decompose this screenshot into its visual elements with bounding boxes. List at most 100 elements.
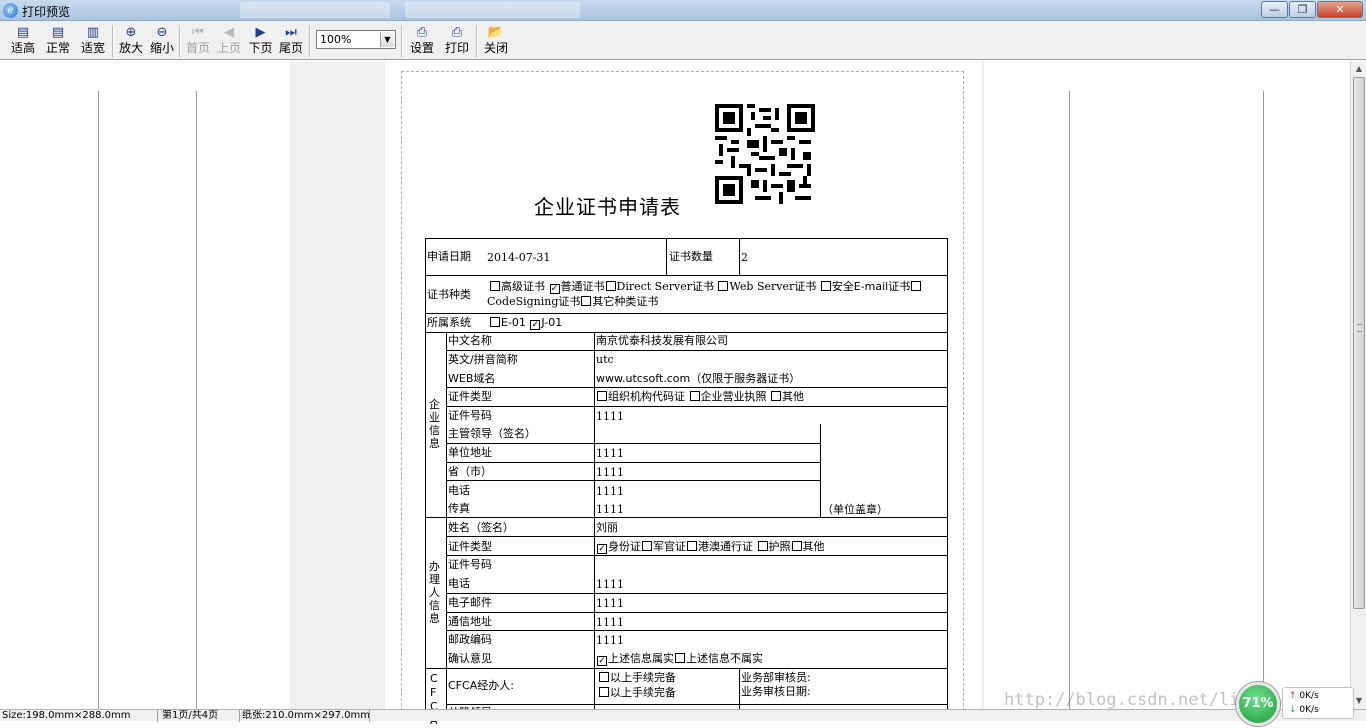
checkbox-checked[interactable]: ✓ (597, 544, 607, 554)
blurred-tab[interactable] (405, 2, 580, 18)
table-rule (425, 668, 948, 669)
close-preview-button[interactable]: 📂 关闭 (481, 24, 511, 58)
zoom-in-button[interactable]: ⊕ 放大 (115, 24, 147, 58)
cn-name-label: 中文名称 (448, 334, 492, 347)
checkbox[interactable] (820, 281, 831, 291)
table-rule (425, 238, 426, 718)
checkbox[interactable] (757, 541, 768, 551)
memory-gauge[interactable]: 71% (1236, 682, 1280, 726)
next-page-icon: ▶ (255, 25, 266, 40)
table-rule (446, 555, 948, 556)
last-page-button[interactable]: ⏭ 尾页 (276, 24, 306, 58)
first-page-button[interactable]: ⏮ 首页 (182, 24, 214, 58)
province-label: 省（市） (448, 465, 492, 478)
table-rule (446, 332, 447, 718)
address-label: 单位地址 (448, 446, 492, 459)
checkbox[interactable] (490, 281, 500, 291)
print-button[interactable]: ⎙ 打印 (442, 24, 472, 58)
checkbox[interactable] (791, 541, 802, 551)
chevron-down-icon[interactable]: ▼ (380, 32, 394, 47)
vertical-scrollbar[interactable]: ▲ ▼ (1350, 61, 1366, 709)
confirm-options: ✓ 上述信息属实 上述信息不属实 (597, 652, 763, 666)
normal-size-button[interactable]: ▤ 正常 (42, 24, 74, 58)
checkbox[interactable] (911, 281, 922, 291)
checkbox[interactable] (490, 317, 500, 327)
network-speed-panel: ↑ 0K/s ↓ 0K/s (1282, 687, 1354, 719)
page-margin-line (98, 91, 99, 709)
scrollbar-thumb[interactable] (1353, 77, 1365, 609)
page-setup-icon: ⎙ (416, 25, 428, 40)
toolbar-separator (476, 25, 478, 57)
address-value: 1111 (596, 447, 624, 460)
checkbox[interactable] (605, 281, 616, 291)
checkbox-checked[interactable]: ✓ (549, 284, 560, 294)
zoom-out-button[interactable]: ⊖ 缩小 (147, 24, 177, 58)
scroll-up-arrow-icon[interactable]: ▲ (1352, 61, 1366, 77)
page-setup-button[interactable]: ⎙ 设置 (407, 24, 437, 58)
network-monitor-widget[interactable]: ↑ 0K/s ↓ 0K/s 71% (1236, 681, 1360, 726)
agent-phone-label: 电话 (448, 577, 470, 590)
checkbox[interactable] (597, 391, 607, 401)
prev-page-button[interactable]: ◀ 上页 (214, 24, 244, 58)
form-title: 企业证书申请表 (534, 195, 681, 219)
upload-speed: ↑ 0K/s (1289, 691, 1319, 701)
checkbox-checked[interactable]: ✓ (597, 656, 607, 666)
maximize-button[interactable]: ❐ (1289, 1, 1316, 18)
agent-email-label: 电子邮件 (448, 596, 492, 609)
close-button[interactable]: ✕ (1317, 1, 1363, 18)
agent-id-no-label: 证件号码 (448, 558, 492, 571)
table-rule (947, 238, 948, 718)
checkbox-checked[interactable]: ✓ (530, 320, 541, 330)
agent-email-value: 1111 (596, 597, 624, 610)
table-rule (446, 387, 948, 388)
upload-arrow-icon: ↑ (1289, 691, 1297, 701)
ie-app-icon: e (3, 3, 18, 18)
company-phone-label: 电话 (448, 484, 470, 497)
company-phone-value: 1111 (596, 485, 624, 498)
agent-id-type-label: 证件类型 (448, 540, 492, 553)
cfca-agent-label: CFCA经办人: (448, 679, 514, 692)
normal-size-icon: ▤ (51, 25, 65, 40)
toolbar-separator (309, 25, 311, 57)
checkbox[interactable] (687, 541, 697, 551)
table-rule (446, 630, 948, 631)
company-id-no-value: 1111 (596, 410, 624, 423)
checkbox[interactable] (581, 296, 592, 306)
apply-date-label: 申请日期 (427, 250, 471, 263)
prev-page-icon: ◀ (224, 25, 234, 40)
agent-zip-value: 1111 (596, 634, 624, 647)
table-rule (446, 462, 821, 463)
checkbox[interactable] (771, 391, 781, 401)
qr-code (715, 104, 815, 204)
checkbox[interactable] (689, 391, 700, 401)
fit-width-button[interactable]: ▥ 适宽 (77, 24, 109, 58)
reviewer-label: 业务部审核员: (741, 671, 811, 684)
table-rule (425, 313, 948, 314)
en-name-label: 英文/拼音简称 (448, 353, 518, 366)
web-value: www.utcsoft.com（仅限于服务器证书） (596, 372, 801, 385)
zoom-select[interactable]: 100% ▼ (316, 30, 396, 49)
toolbar-separator (112, 25, 114, 57)
table-rule (446, 612, 948, 613)
checkbox[interactable] (675, 653, 685, 663)
checkbox[interactable] (599, 687, 609, 697)
checkbox[interactable] (718, 281, 729, 291)
fit-height-button[interactable]: ▤ 适高 (7, 24, 39, 58)
zoom-in-icon: ⊕ (125, 25, 137, 40)
agent-address-label: 通信地址 (448, 615, 492, 628)
page-margin-line (1263, 91, 1264, 709)
table-rule (446, 406, 948, 407)
fax-value: 1111 (596, 503, 624, 516)
blurred-tab[interactable] (240, 2, 390, 18)
next-page-button[interactable]: ▶ 下页 (245, 24, 276, 58)
checkbox[interactable] (599, 672, 609, 682)
agent-name-label: 姓名（签名） (448, 521, 514, 534)
company-id-no-label: 证件号码 (448, 409, 492, 422)
table-rule (446, 443, 821, 444)
minimize-button[interactable]: — (1261, 1, 1288, 18)
checkbox[interactable] (642, 541, 652, 551)
agent-zip-label: 邮政编码 (448, 633, 492, 646)
cert-count-value: 2 (741, 251, 748, 264)
printer-icon: ⎙ (451, 25, 463, 40)
download-speed: ↓ 0K/s (1289, 705, 1319, 715)
